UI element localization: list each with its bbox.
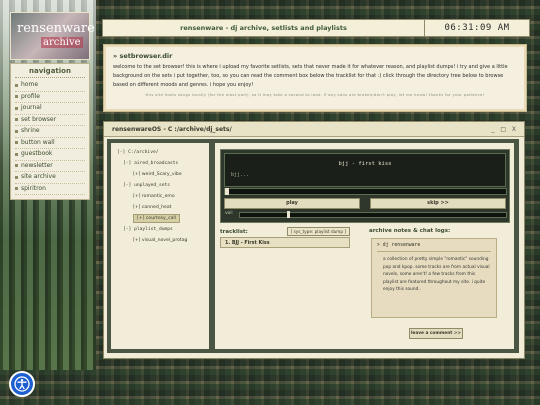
sidebar-item-label: button wall [21,138,55,146]
tracklist-header: tracklist: [ sys_type: playlist dump ] [220,227,350,236]
progress-knob[interactable] [225,188,229,195]
sidebar-item-label: newsletter [21,161,53,169]
directory-folder[interactable]: [-] aired_broadcasts [111,158,209,169]
directory-entry[interactable]: [+] weird_Scary_vibe [111,169,209,180]
os-window-body: [-] C:/archive/ [-] aired_broadcasts [+] w… [107,139,519,353]
directory-label: [-] unplayed_sets [123,183,171,188]
playlist-type-badge: [ sys_type: playlist dump ] [286,227,350,236]
nav-list: home profile journal set browser shrine butto… [15,80,85,195]
sidebar-item-label: set browser [21,115,57,123]
directory-folder[interactable]: [-] playlist_dumps [111,224,209,235]
now-playing: bjj - first kiss [338,161,392,167]
directory-label: [+] visual_novel_protag [133,238,188,243]
skip-button[interactable]: skip >> [370,198,506,209]
logo-text-sub: archive [41,37,83,48]
directory-entry[interactable]: [+] canned_heat [111,202,209,213]
volume-knob[interactable] [287,211,291,218]
sidebar-item-label: journal [21,104,42,111]
bullet-icon [15,129,18,133]
tracklist-item[interactable]: 1. BJJ - First Kiss [220,237,350,248]
nav-title: navigation [15,64,85,78]
accessibility-icon [14,376,30,392]
sidebar-item-guestbook[interactable]: guestbook [15,149,85,161]
directory-label: [+] courtesy_call [133,214,180,223]
directory-tree: [-] C:/archive/ [-] aired_broadcasts [+] w… [111,143,209,246]
sidebar-item-label: shrine [21,127,40,134]
page-title: rensenware - dj archive, setlists and pl… [180,24,347,32]
os-window: rensenwareOS - C :/archive/dj_sets/ _ □ … [103,121,525,359]
directory-label: [-] C:/archive/ [117,150,159,155]
sidebar-item-label: profile [21,92,40,100]
sidebar-item-set-browser[interactable]: set browser [15,115,85,126]
sidebar-item-label: home [21,81,39,88]
progress-bar[interactable] [224,188,507,195]
intro-panel: » setbrowser.dir welcome to the set brow… [103,44,527,112]
os-window-title: rensenwareOS - C :/archive/dj_sets/ [112,125,232,133]
notes-body: a collection of pretty simple "romantic"… [383,257,490,293]
directory-folder[interactable]: [-] C:/archive/ [111,147,209,158]
tracklist-label: tracklist: [220,228,248,235]
logo-text-main: rensenware [17,21,95,36]
site-logo[interactable]: rensenware archive [10,12,95,60]
directory-label: [+] romantic_emo [133,194,175,199]
directory-pane: [-] C:/archive/ [-] aired_broadcasts [+] w… [111,143,209,349]
clock-display: 06:31:09 AM [424,20,529,36]
sidebar-item-journal[interactable]: journal [15,103,85,115]
directory-label: [+] canned_heat [133,205,172,210]
leave-comment-button[interactable]: leave a comment >> [409,328,463,339]
main-pane: bjj - first kiss bjj... play skip >> vol… [215,143,514,349]
bullet-icon [15,152,18,156]
bullet-icon [15,164,18,168]
intro-heading: » setbrowser.dir [113,52,173,60]
notes-panel: > dj rensenware a collection of pretty s… [371,238,497,318]
sidebar-item-label: spiritron [21,184,46,192]
bullet-icon [15,141,18,145]
bullet-icon [15,106,18,110]
directory-entry[interactable]: [+] courtesy_call [111,213,209,224]
sidebar-item-profile[interactable]: profile [15,92,85,103]
sidebar-item-label: guestbook [21,150,53,157]
bullet-icon [15,187,18,191]
sidebar-item-site-archive[interactable]: site archive [15,172,85,184]
os-window-titlebar[interactable]: rensenwareOS - C :/archive/dj_sets/ _ □ … [104,122,524,137]
player-status: bjj... [231,172,250,178]
music-player: bjj - first kiss bjj... play skip >> vol… [220,149,510,223]
bullet-icon [15,83,18,87]
bullet-icon [15,95,18,99]
volume-label: vol: [225,211,234,216]
sidebar-item-button-wall[interactable]: button wall [15,138,85,149]
page-header: rensenware - dj archive, setlists and pl… [102,19,530,37]
directory-folder[interactable]: [-] unplayed_sets [111,180,209,191]
sidebar-item-home[interactable]: home [15,80,85,92]
sidebar: rensenware archive navigation home profil… [10,12,95,200]
sidebar-item-label: site archive [21,173,56,180]
window-controls[interactable]: _ □ X [491,126,518,133]
sidebar-item-newsletter[interactable]: newsletter [15,161,85,172]
notes-heading: > dj rensenware [377,243,491,252]
intro-body: welcome to the set browser! this is wher… [113,64,508,88]
directory-label: [-] aired_broadcasts [123,161,179,166]
bullet-icon [15,175,18,179]
play-button[interactable]: play [224,198,360,209]
navigation-box: navigation home profile journal set browser… [10,63,90,200]
directory-label: [+] weird_Scary_vibe [133,172,182,177]
player-screen: bjj - first kiss bjj... [224,153,506,187]
accessibility-button[interactable] [9,371,35,397]
intro-note: this site hosts songs locally (for the m… [145,92,485,97]
directory-entry[interactable]: [+] visual_novel_protag [111,235,209,246]
sidebar-item-shrine[interactable]: shrine [15,126,85,138]
notes-label: archive notes & chat logs: [369,228,451,234]
directory-label: [-] playlist_dumps [123,227,173,232]
bullet-icon [15,118,18,122]
volume-slider[interactable] [239,211,507,218]
directory-entry[interactable]: [+] romantic_emo [111,191,209,202]
sidebar-item-spiritron[interactable]: spiritron [15,184,85,195]
